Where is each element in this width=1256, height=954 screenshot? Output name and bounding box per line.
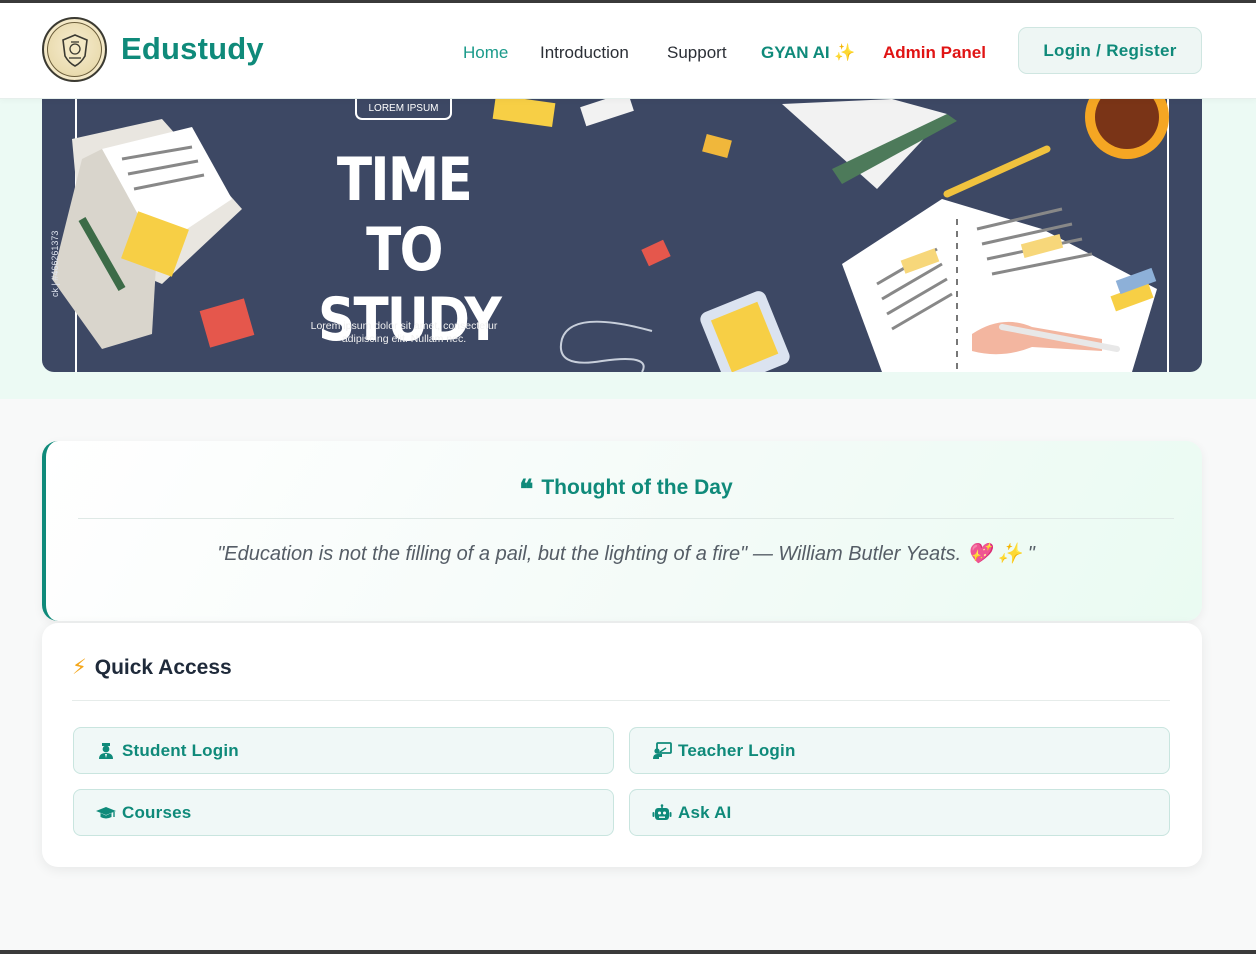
divider bbox=[72, 700, 1170, 701]
teacher-login-label: Teacher Login bbox=[678, 740, 796, 760]
quote-icon: ❝ bbox=[519, 475, 534, 505]
teacher-login-button[interactable]: Teacher Login bbox=[629, 727, 1170, 774]
student-login-button[interactable]: Student Login bbox=[73, 727, 614, 774]
ask-ai-label: Ask AI bbox=[678, 802, 732, 822]
lightning-bolt-icon: ⚡ bbox=[72, 656, 87, 679]
courses-button[interactable]: Courses bbox=[73, 789, 614, 836]
thought-quote: "Education is not the filling of a pail,… bbox=[217, 543, 1035, 565]
nav-introduction[interactable]: Introduction bbox=[540, 41, 629, 65]
hero-subtitle: Lorem ipsum dolor sit amet, consectetur … bbox=[310, 320, 498, 345]
nav-home[interactable]: Home bbox=[463, 41, 508, 65]
ask-ai-button[interactable]: Ask AI bbox=[629, 789, 1170, 836]
nav-admin-panel[interactable]: Admin Panel bbox=[883, 41, 986, 65]
teacher-icon bbox=[652, 741, 672, 760]
hero-illustration bbox=[42, 99, 1202, 372]
student-icon bbox=[96, 742, 116, 760]
student-login-label: Student Login bbox=[122, 740, 239, 760]
courses-label: Courses bbox=[122, 802, 192, 822]
divider bbox=[78, 518, 1174, 519]
quick-access-card: ⚡ Quick Access Student Login Teacher Logi… bbox=[42, 623, 1202, 867]
login-register-button[interactable]: Login / Register bbox=[1018, 27, 1202, 74]
graduation-cap-icon bbox=[96, 804, 116, 822]
hero-side-text: ck | #466261373 bbox=[50, 230, 60, 297]
hero-title-line1: TIME TO bbox=[336, 145, 473, 285]
hero-banner: LOREM IPSUM TIME TO STUDY Lorem ipsum do… bbox=[42, 99, 1202, 372]
site-header: Edustudy Home Introduction Support GYAN … bbox=[0, 3, 1256, 99]
thought-heading-text: Thought of the Day bbox=[541, 476, 733, 499]
thought-heading: ❝ Thought of the Day bbox=[46, 475, 1206, 505]
quick-access-heading-text: Quick Access bbox=[94, 656, 232, 679]
hero-tag: LOREM IPSUM bbox=[355, 99, 452, 120]
thought-of-the-day-card: ❝ Thought of the Day "Education is not th… bbox=[42, 441, 1202, 621]
robot-icon bbox=[652, 803, 672, 822]
nav-support[interactable]: Support bbox=[667, 41, 727, 65]
nav-gyan-ai[interactable]: GYAN AI ✨ bbox=[761, 41, 856, 65]
window-bottom-border bbox=[0, 950, 1256, 954]
quick-access-heading: ⚡ Quick Access bbox=[72, 655, 232, 680]
